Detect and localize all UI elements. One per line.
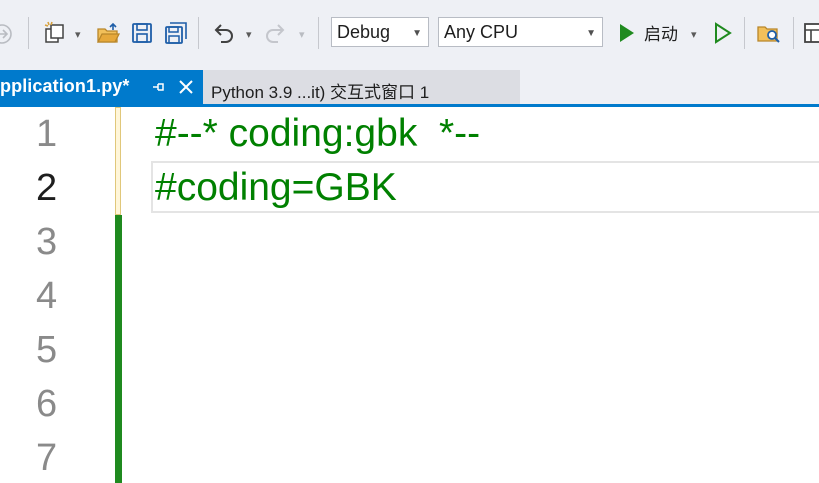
line-number-current: 2 xyxy=(36,167,58,209)
tab-application1-py[interactable]: pplication1.py* xyxy=(0,70,203,104)
code-line-2[interactable]: #coding=GBK xyxy=(155,161,397,215)
line-number: 6 xyxy=(36,383,58,425)
line-number: 1 xyxy=(36,113,58,155)
change-tracking-bar xyxy=(115,215,122,483)
open-file-icon[interactable] xyxy=(95,21,121,45)
find-in-files-icon[interactable] xyxy=(756,21,782,45)
start-debugging-button[interactable] xyxy=(614,21,638,45)
redo-dropdown[interactable]: ▾ xyxy=(299,29,305,40)
start-without-debugging-icon[interactable] xyxy=(710,21,734,45)
code-line-1[interactable]: #--* coding:gbk *-- xyxy=(155,107,480,161)
tab-title: pplication1.py* xyxy=(0,76,130,96)
tab-python-interactive[interactable]: Python 3.9 ...it) 交互式窗口 1 xyxy=(203,70,520,104)
code-editor[interactable]: 1 2 3 4 5 6 7 #--* coding:gbk *-- #codin… xyxy=(0,107,819,483)
line-number: 4 xyxy=(36,275,58,317)
save-all-icon[interactable] xyxy=(163,21,189,45)
start-dropdown[interactable]: ▾ xyxy=(691,29,697,40)
start-label[interactable]: 启动 xyxy=(644,20,678,45)
toolbar-separator xyxy=(198,17,199,49)
toolbar-separator xyxy=(318,17,319,49)
redo-icon[interactable] xyxy=(263,21,289,45)
close-icon[interactable] xyxy=(178,79,194,95)
tab-title: Python 3.9 ...it) 交互式窗口 1 xyxy=(211,83,430,102)
undo-dropdown[interactable]: ▾ xyxy=(246,29,252,40)
solution-platform-value: Any CPU xyxy=(444,21,519,42)
chevron-down-icon: ▼ xyxy=(586,28,596,39)
navigate-forward-icon[interactable] xyxy=(0,22,14,46)
chevron-down-icon: ▼ xyxy=(412,28,422,39)
window-layout-icon[interactable] xyxy=(803,21,819,45)
document-tab-bar: pplication1.py* Python 3.9 ...it) 交互式窗口 … xyxy=(0,70,819,104)
line-number: 3 xyxy=(36,221,58,263)
line-number: 5 xyxy=(36,329,58,371)
new-project-dropdown[interactable]: ▾ xyxy=(75,29,81,40)
save-icon[interactable] xyxy=(130,21,154,45)
solution-configuration-value: Debug xyxy=(337,21,391,42)
change-tracking-saved-bar xyxy=(115,107,121,215)
toolbar-separator xyxy=(28,17,29,49)
new-project-icon[interactable] xyxy=(42,20,68,46)
play-icon xyxy=(620,24,634,42)
undo-icon[interactable] xyxy=(210,21,236,45)
standard-toolbar: ▾ ▾ ▾ Debug ▼ Any CPU ▼ 启动 ▾ xyxy=(0,0,819,70)
line-number: 7 xyxy=(36,437,58,479)
line-number-gutter: 1 2 3 4 5 6 7 xyxy=(0,107,110,483)
pin-icon[interactable] xyxy=(150,79,166,95)
toolbar-separator xyxy=(744,17,745,49)
ide-window: ▾ ▾ ▾ Debug ▼ Any CPU ▼ 启动 ▾ pplication1… xyxy=(0,0,819,483)
solution-configuration-select[interactable]: Debug ▼ xyxy=(331,17,429,47)
solution-platform-select[interactable]: Any CPU ▼ xyxy=(438,17,603,47)
toolbar-separator xyxy=(793,17,794,49)
